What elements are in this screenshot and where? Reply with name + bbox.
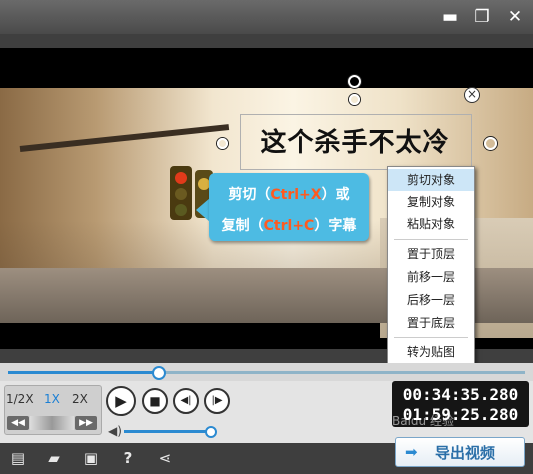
help-icon[interactable]: ? [118,449,138,467]
volume-slider[interactable] [124,430,210,433]
restore-icon: ❐ [474,7,490,27]
menu-item-bring-forward[interactable]: 前移一层 [388,266,474,288]
tooltip-line-1: 剪切（Ctrl+X）或 [228,187,350,203]
minimize-icon: ▬ [441,7,459,27]
frame-slider[interactable] [30,416,74,430]
next-icon: |▶ [211,395,223,406]
next-button[interactable]: |▶ [204,388,230,414]
resize-handle-top[interactable] [349,94,360,105]
previous-button[interactable]: ◀| [173,388,199,414]
menu-item-send-backward[interactable]: 后移一层 [388,289,474,311]
play-button[interactable]: ▶ [106,386,136,416]
play-icon: ▶ [115,392,127,410]
volume-knob[interactable] [205,426,217,438]
watermark: Baidu 经验 [392,414,454,428]
close-icon: ✕ [507,7,523,27]
menu-item-cut[interactable]: 剪切对象 [388,169,474,191]
tooltip-tail [196,198,210,222]
step-forward-button[interactable]: ▶▶ [75,416,97,430]
previous-icon: ◀| [180,395,192,406]
menu-item-convert-to-sticker[interactable]: 转为贴图 [388,341,474,363]
close-button[interactable]: ✕ [502,6,528,28]
hotkey-copy: Ctrl+C [263,218,315,234]
menu-item-paste[interactable]: 粘贴对象 [388,213,474,235]
resize-handle-right[interactable] [484,137,497,150]
volume-icon[interactable]: ◀) [108,424,122,438]
speed-2x-button[interactable]: 2X [72,392,88,406]
menu-item-send-to-back[interactable]: 置于底层 [388,312,474,334]
timeline-progress [8,371,158,374]
menu-separator [394,239,468,240]
step-back-button[interactable]: ◀◀ [7,416,29,430]
context-menu: 剪切对象 复制对象 粘贴对象 置于顶层 前移一层 后移一层 置于底层 转为贴图 [387,166,475,367]
stop-icon: ■ [149,394,161,408]
menu-item-copy[interactable]: 复制对象 [388,191,474,213]
speed-half-button[interactable]: 1/2X [6,392,34,406]
hint-tooltip: 剪切（Ctrl+X）或 复制（Ctrl+C）字幕 [209,173,369,241]
rotate-handle[interactable] [348,75,361,88]
timeline-scrubber[interactable] [152,366,166,380]
new-icon[interactable]: ▤ [8,449,28,467]
folder-icon[interactable]: ▰ [44,449,64,467]
export-icon: ➡ [405,443,418,461]
export-video-label: 导出视频 [435,444,496,462]
minimize-button[interactable]: ▬ [437,6,463,28]
save-icon[interactable]: ▣ [81,449,101,467]
scene-pole [19,124,230,152]
hotkey-cut: Ctrl+X [270,187,322,203]
menu-item-bring-to-front[interactable]: 置于顶层 [388,243,474,265]
caption-delete-icon[interactable]: × [464,87,480,103]
resize-handle-left[interactable] [217,138,228,149]
caption-text[interactable]: 这个杀手不太冷 [240,122,470,159]
restore-button[interactable]: ❐ [469,6,495,28]
share-icon[interactable]: ⋖ [155,449,175,467]
menu-separator [394,337,468,338]
stop-button[interactable]: ■ [142,388,168,414]
speed-1x-button[interactable]: 1X [44,392,60,406]
traffic-light [170,166,192,220]
current-time: 00:34:35.280 [402,385,519,404]
tooltip-line-2: 复制（Ctrl+C）字幕 [221,218,357,234]
